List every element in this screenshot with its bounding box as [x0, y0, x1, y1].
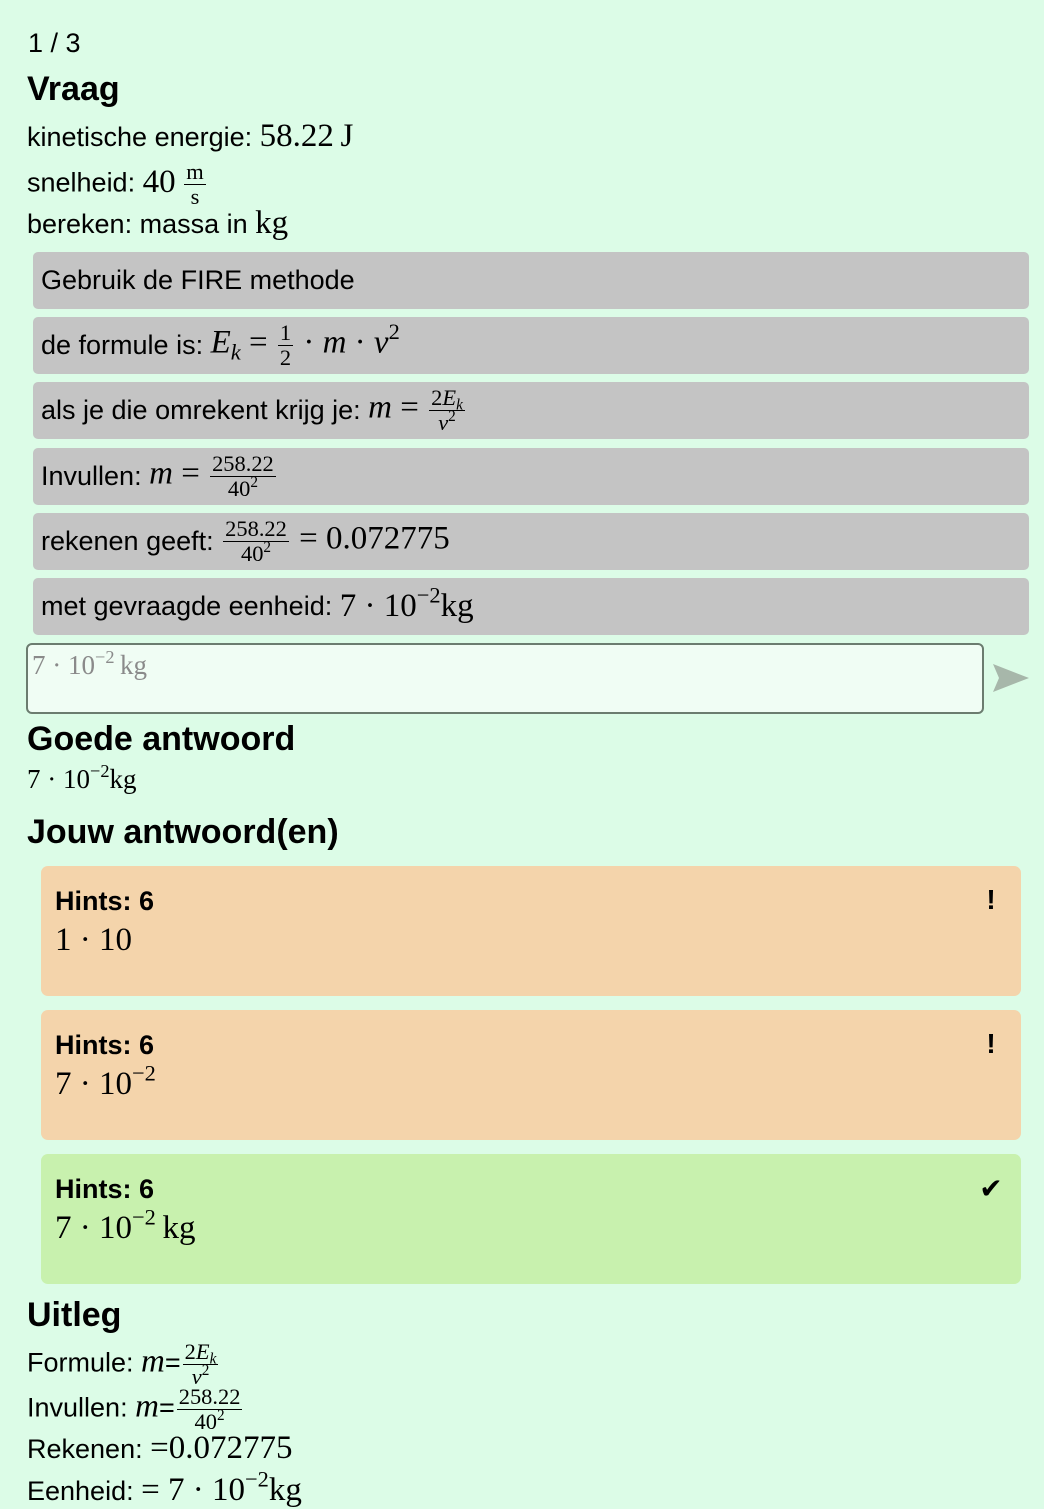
explanation-unit: Eenheid: = 7 · 10−2kg — [27, 1466, 302, 1508]
attempt-value: 7 · 10−2 — [55, 1060, 156, 1102]
hint-5-formula: 258.22 402 = 0.072775 — [223, 516, 450, 566]
speed-value: 40 ms — [142, 159, 206, 209]
hint-4: Invullen: m = 258.22 402 — [33, 448, 1029, 505]
hint-3-label: als je die omrekent krijg je: — [41, 395, 361, 425]
compute-line: bereken: massa in kg — [27, 205, 288, 242]
explanation-calc: Rekenen: =0.072775 — [27, 1430, 293, 1466]
page: 1 / 3 Vraag kinetische energie: 58.22 J … — [0, 0, 1044, 1509]
attempt-hints: Hints: 6 — [55, 1174, 155, 1204]
checkmark-icon: ✔ — [979, 1173, 1003, 1204]
attempt-card: Hints: 6 ! 7 · 10−2 — [41, 1010, 1021, 1140]
kinetic-energy-line: kinetische energie: 58.22 J — [27, 118, 353, 155]
hint-1: Gebruik de FIRE methode — [33, 252, 1029, 309]
hint-4-label: Invullen: — [41, 461, 142, 491]
attempt-value: 7 · 10−2 kg — [55, 1204, 196, 1246]
hint-5-label: rekenen geeft: — [41, 526, 214, 556]
exclamation-icon: ! — [986, 1028, 996, 1059]
attempt-card: Hints: 6 ! 1 · 10 — [41, 866, 1021, 996]
exclamation-icon: ! — [986, 884, 996, 915]
hint-3-formula: m = 2Ek v2 — [368, 385, 465, 435]
explanation-formula: Formule: m= 2Ek v2 — [27, 1339, 219, 1389]
attempt-card: Hints: 6 ✔ 7 · 10−2 kg — [41, 1154, 1021, 1284]
attempt-hints: Hints: 6 — [55, 886, 155, 916]
hint-2-formula: Ek = 12 · m · v2 — [210, 319, 400, 370]
attempt-value: 1 · 10 — [55, 922, 132, 958]
hint-3: als je die omrekent krijg je: m = 2Ek v2 — [33, 382, 1029, 439]
explanation-title: Uitleg — [27, 1296, 122, 1334]
hint-2-label: de formule is: — [41, 330, 204, 360]
answer-input[interactable]: 7 · 10−2 kg — [26, 643, 984, 714]
hint-1-text: Gebruik de FIRE methode — [41, 265, 355, 295]
your-answers-title: Jouw antwoord(en) — [27, 813, 339, 851]
hint-5: rekenen geeft: 258.22 402 = 0.072775 — [33, 513, 1029, 570]
explanation-fill: Invullen: m= 258.22 402 — [27, 1384, 243, 1434]
question-title: Vraag — [27, 70, 120, 108]
compute-unit: kg — [255, 205, 289, 241]
speed-label: snelheid: — [27, 167, 136, 198]
kinetic-energy-value: 58.22 J — [259, 118, 354, 154]
hint-6-label: met gevraagde eenheid: — [41, 591, 333, 621]
attempt-hints: Hints: 6 — [55, 1030, 155, 1060]
hint-6-formula: 7 · 10−2kg — [339, 582, 474, 624]
question-counter: 1 / 3 — [28, 28, 81, 58]
hint-2: de formule is: Ek = 12 · m · v2 — [33, 317, 1029, 374]
send-arrow-icon — [993, 664, 1029, 692]
hint-4-formula: m = 258.22 402 — [149, 451, 276, 501]
send-button[interactable] — [988, 656, 1034, 700]
correct-answer-title: Goede antwoord — [27, 720, 296, 758]
correct-answer-value: 7 · 10−2kg — [27, 760, 137, 794]
kinetic-energy-label: kinetische energie: — [27, 122, 253, 152]
speed-line: snelheid: 40 ms — [27, 160, 208, 208]
answer-input-value: 7 · 10−2 kg — [32, 646, 147, 680]
hint-6: met gevraagde eenheid: 7 · 10−2kg — [33, 578, 1029, 635]
compute-label: bereken: massa in — [27, 209, 248, 239]
